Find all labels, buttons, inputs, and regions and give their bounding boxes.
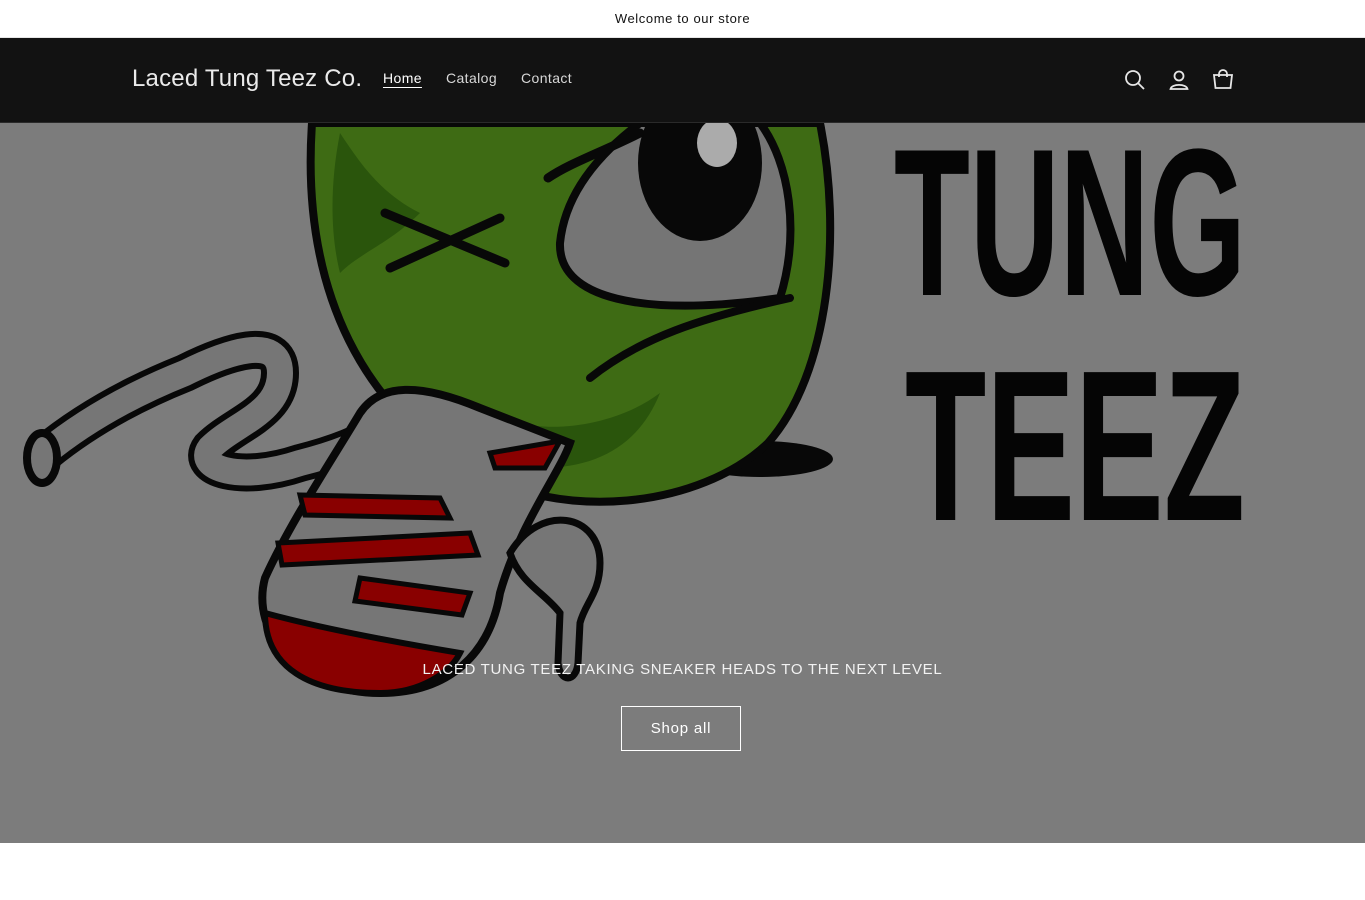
cart-icon [1212,69,1234,89]
site-header: Laced Tung Teez Co. Home Catalog Contact [0,38,1365,123]
nav-link-catalog[interactable]: Catalog [446,70,497,86]
nav-link-home[interactable]: Home [383,70,422,86]
nav-link-contact[interactable]: Contact [521,70,572,86]
cart-button[interactable] [1201,58,1245,102]
account-button[interactable] [1157,58,1201,102]
main-nav: Home Catalog Contact [383,70,572,86]
search-button[interactable] [1113,58,1157,102]
hero-heading: LACED TUNG TEEZ TAKING SNEAKER HEADS TO … [422,661,943,678]
store-logo-link[interactable]: Laced Tung Teez Co. [132,65,362,93]
shop-all-button[interactable]: Shop all [621,706,741,751]
account-icon [1169,70,1189,90]
hero-banner: TUNG TEEZ LACED TUNG TEEZ TAKING SNEAKER… [0,123,1365,843]
announcement-text: Welcome to our store [614,11,751,26]
announcement-bar: Welcome to our store [0,0,1365,38]
search-icon [1125,70,1145,90]
